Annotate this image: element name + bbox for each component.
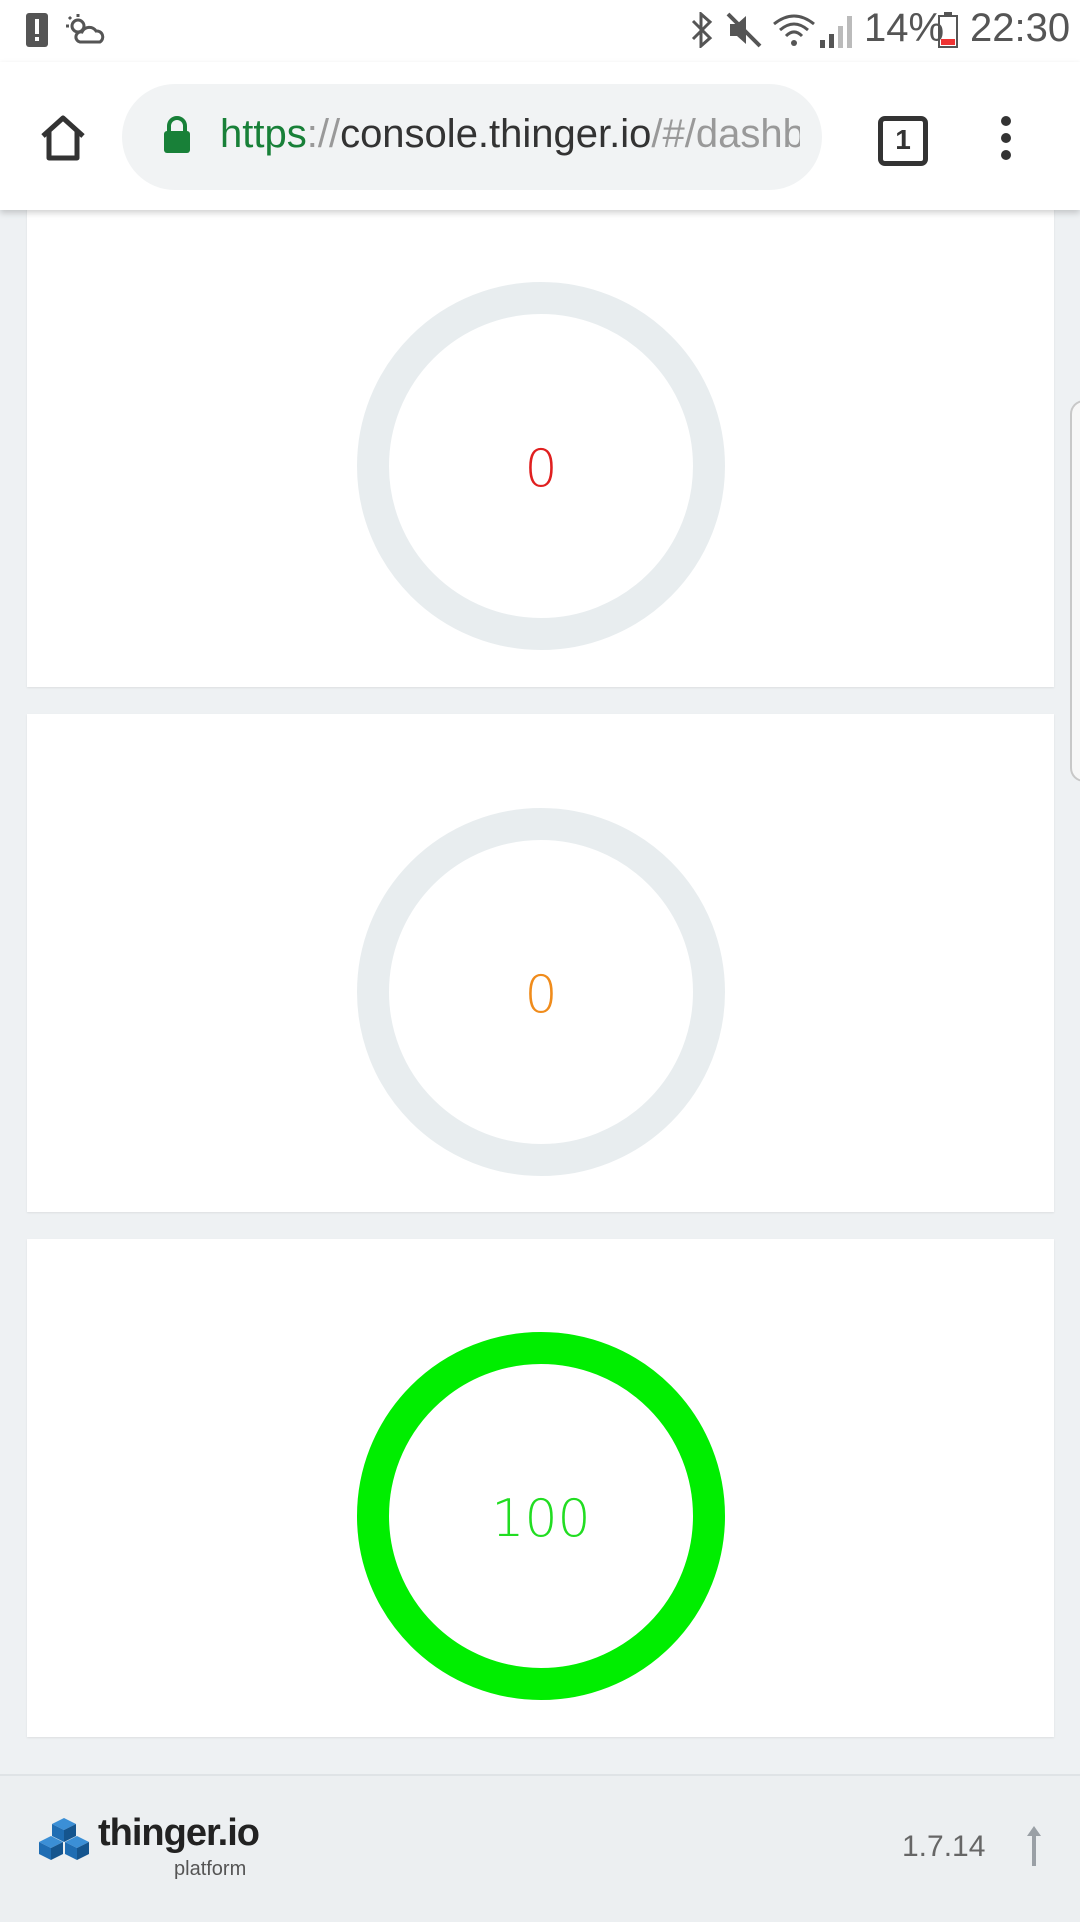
gauge-value: 100 bbox=[491, 1489, 590, 1549]
scroll-top-icon[interactable] bbox=[1024, 1824, 1044, 1866]
mute-icon bbox=[726, 12, 762, 48]
donut-gauge-2: 0 bbox=[357, 808, 725, 1176]
url-path: /#/dashb bbox=[651, 112, 800, 156]
bluetooth-icon bbox=[691, 12, 713, 48]
url-text[interactable]: https://console.thinger.io/#/dashb bbox=[220, 112, 800, 157]
version-label: 1.7.14 bbox=[902, 1830, 986, 1863]
footer: thinger.io platform 1.7.14 bbox=[0, 1774, 1080, 1922]
home-icon[interactable] bbox=[38, 114, 88, 162]
more-vert-icon[interactable] bbox=[994, 114, 1018, 162]
wifi-icon bbox=[773, 14, 815, 46]
battery-percent: 14% bbox=[864, 6, 945, 50]
tabs-icon: 1 bbox=[895, 124, 911, 155]
clock: 22:30 bbox=[970, 6, 1071, 50]
brand-name[interactable]: thinger.io bbox=[98, 1812, 260, 1855]
thinger-logo-icon[interactable] bbox=[38, 1816, 90, 1862]
browser-toolbar: https://console.thinger.io/#/dashb 1 bbox=[0, 62, 1080, 210]
signal-icon bbox=[820, 16, 852, 48]
donut-gauge-1: 0 bbox=[357, 282, 725, 650]
widget-card-3: 100 bbox=[27, 1239, 1054, 1737]
lock-icon bbox=[164, 116, 190, 153]
url-host: console.thinger.io bbox=[340, 112, 652, 156]
url-scheme: https bbox=[220, 112, 307, 156]
battery-icon bbox=[938, 12, 958, 48]
address-bar[interactable]: https://console.thinger.io/#/dashb bbox=[122, 84, 822, 190]
alert-icon bbox=[26, 13, 48, 47]
widget-card-2: 0 bbox=[27, 714, 1054, 1212]
scrollbar-handle[interactable] bbox=[1070, 400, 1080, 782]
gauge-value: 0 bbox=[524, 965, 557, 1025]
donut-gauge-3: 100 bbox=[357, 1332, 725, 1700]
gauge-value: 0 bbox=[524, 439, 557, 499]
status-bar: 14% 22:30 bbox=[0, 0, 1080, 62]
brand-subtitle: platform bbox=[174, 1858, 247, 1880]
url-separator: :// bbox=[306, 112, 341, 156]
widget-card-1: 0 bbox=[27, 190, 1054, 687]
weather-icon bbox=[66, 14, 105, 44]
tabs-button[interactable]: 1 bbox=[878, 116, 928, 166]
